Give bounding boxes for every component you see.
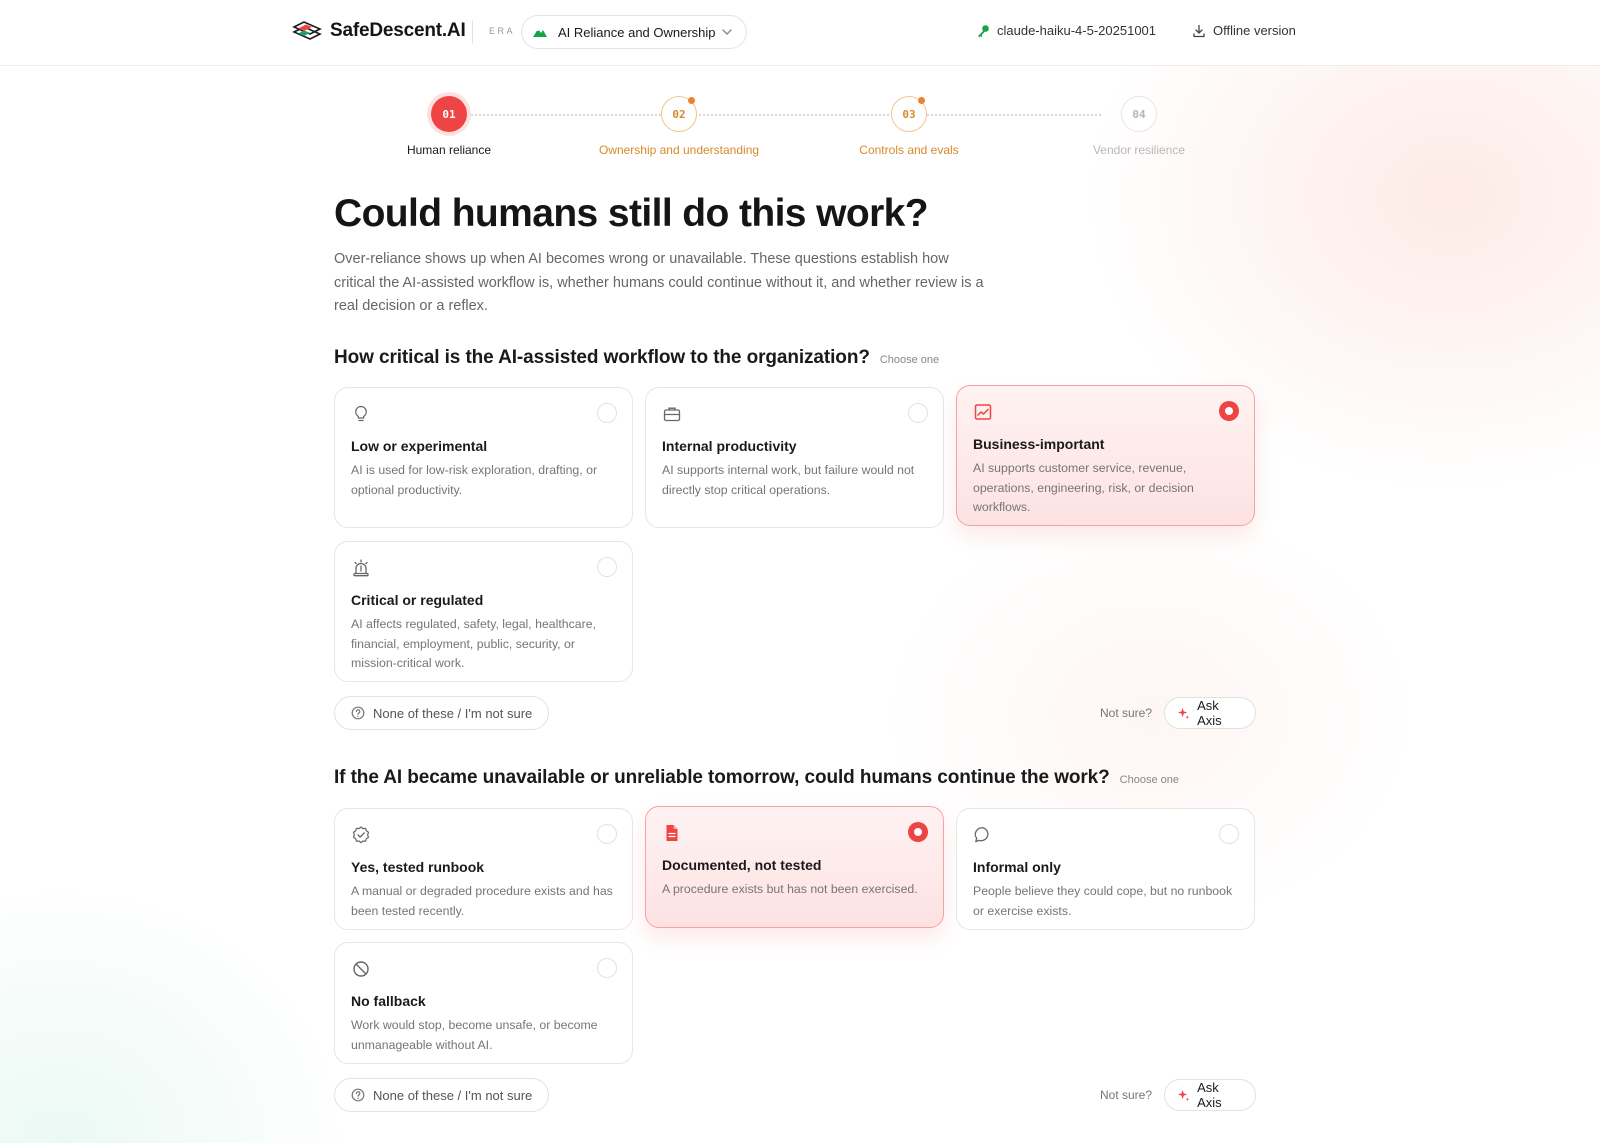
question-criticality: How critical is the AI-assisted workflow… [334, 347, 1256, 730]
option-title: Documented, not tested [662, 857, 822, 873]
era-dropdown-value: AI Reliance and Ownership [558, 24, 716, 40]
header-divider [472, 20, 473, 44]
radio-indicator[interactable] [597, 958, 617, 978]
option-title: Internal productivity [662, 438, 797, 454]
chart-icon [974, 404, 992, 420]
model-name: claude-haiku-4-5-20251001 [997, 23, 1157, 38]
option-title: Informal only [973, 859, 1061, 875]
era-dropdown[interactable]: AI Reliance and Ownership [521, 15, 747, 49]
offline-version-link[interactable]: Offline version [1192, 23, 1296, 38]
mountain-icon [533, 29, 547, 37]
option-description: Work would stop, become unsafe, or becom… [351, 1018, 598, 1052]
step-number: 01 [431, 96, 467, 132]
chevron-down-icon [722, 29, 732, 35]
step-number: 03 [891, 96, 927, 132]
page-title: Could humans still do this work? [334, 192, 929, 235]
not-sure-text: Not sure? [1100, 706, 1153, 720]
era-label: ERA [489, 26, 516, 36]
download-icon [1193, 24, 1205, 37]
page-header: Could humans still do this work? Over-re… [334, 190, 1256, 319]
help-circle-icon [351, 1088, 365, 1102]
option-description: AI supports customer service, revenue, o… [973, 461, 1194, 514]
question-fallback: If the AI became unavailable or unreliab… [334, 767, 1256, 1127]
brand-name: SafeDescent.AI [330, 20, 466, 41]
option-title: Yes, tested runbook [351, 859, 485, 875]
option-tested-runbook[interactable]: Yes, tested runbook A manual or degraded… [334, 808, 633, 930]
logo-icon [292, 21, 322, 40]
ban-icon [353, 961, 369, 977]
briefcase-icon [663, 407, 681, 422]
sparkle-icon [1177, 1089, 1190, 1102]
siren-icon [353, 559, 369, 577]
brand-logo[interactable]: SafeDescent.AI [292, 19, 466, 43]
step-number: 04 [1121, 96, 1157, 132]
option-description: AI supports internal work, but failure w… [662, 463, 915, 497]
option-title: Business-important [973, 436, 1105, 452]
radio-indicator[interactable] [908, 822, 928, 842]
help-circle-icon [351, 706, 365, 720]
key-icon [978, 24, 989, 37]
none-not-sure-label: None of these / I'm not sure [373, 1087, 533, 1103]
option-documented-not-tested[interactable]: Documented, not tested A procedure exist… [645, 806, 944, 928]
radio-indicator[interactable] [597, 824, 617, 844]
radio-indicator[interactable] [597, 557, 617, 577]
option-low-experimental[interactable]: Low or experimental AI is used for low-r… [334, 387, 633, 528]
verified-badge-icon [352, 826, 370, 844]
chat-bubble-icon [974, 827, 989, 843]
step-label: Controls and evals [859, 143, 959, 157]
question-text: How critical is the AI-assisted workflow… [334, 347, 870, 368]
option-business-important[interactable]: Business-important AI supports customer … [956, 385, 1255, 526]
option-title: Critical or regulated [351, 592, 484, 608]
option-informal-only[interactable]: Informal only People believe they could … [956, 808, 1255, 930]
step-number: 02 [661, 96, 697, 132]
step-vendor[interactable]: 04 Vendor resilience [1024, 96, 1254, 157]
radio-indicator[interactable] [1219, 401, 1239, 421]
radio-indicator[interactable] [1219, 824, 1239, 844]
radio-indicator[interactable] [597, 403, 617, 423]
option-description: AI affects regulated, safety, legal, hea… [351, 617, 596, 670]
option-description: A manual or degraded procedure exists an… [351, 884, 613, 918]
question-text: If the AI became unavailable or unreliab… [334, 767, 1110, 788]
option-critical-regulated[interactable]: Critical or regulated AI affects regulat… [334, 541, 633, 682]
option-title: Low or experimental [351, 438, 488, 454]
none-not-sure-button[interactable]: None of these / I'm not sure [334, 1078, 550, 1112]
question-hint: Choose one [1119, 774, 1179, 786]
option-description: AI is used for low-risk exploration, dra… [351, 463, 598, 497]
not-sure-text: Not sure? [1100, 1088, 1153, 1102]
option-description: People believe they could cope, but no r… [973, 884, 1233, 918]
sparkle-icon [1177, 707, 1190, 720]
none-not-sure-label: None of these / I'm not sure [373, 705, 533, 721]
model-indicator[interactable]: claude-haiku-4-5-20251001 [976, 23, 1156, 38]
pending-badge [918, 97, 925, 104]
option-description: A procedure exists but has not been exer… [662, 882, 918, 896]
option-internal-productivity[interactable]: Internal productivity AI supports intern… [645, 387, 944, 528]
step-label: Human reliance [406, 143, 492, 157]
page-intro: Over-reliance shows up when AI becomes w… [334, 251, 984, 314]
question-hint: Choose one [879, 354, 940, 366]
option-title: No fallback [351, 993, 426, 1009]
ask-axis-button[interactable]: Ask Axis [1164, 697, 1256, 729]
lightbulb-icon [355, 405, 367, 422]
offline-version-label: Offline version [1213, 23, 1296, 38]
step-label: Ownership and understanding [598, 143, 760, 157]
document-icon [666, 825, 678, 841]
ask-axis-label: Ask Axis [1197, 698, 1222, 728]
ask-axis-label: Ask Axis [1197, 1080, 1222, 1110]
pending-badge [688, 97, 695, 104]
step-ownership[interactable]: 02 Ownership and understanding [564, 96, 794, 157]
top-bar: SafeDescent.AI ERA AI Reliance and Owner… [0, 0, 1600, 66]
option-no-fallback[interactable]: No fallback Work would stop, become unsa… [334, 942, 633, 1064]
step-label: Vendor resilience [1092, 143, 1186, 157]
step-controls[interactable]: 03 Controls and evals [794, 96, 1024, 157]
step-human-reliance[interactable]: 01 Human reliance [334, 96, 564, 157]
progress-stepper: 01 Human reliance 02 Ownership and under… [334, 96, 1234, 166]
ask-axis-button[interactable]: Ask Axis [1164, 1079, 1256, 1111]
none-not-sure-button[interactable]: None of these / I'm not sure [334, 696, 550, 730]
radio-indicator[interactable] [908, 403, 928, 423]
